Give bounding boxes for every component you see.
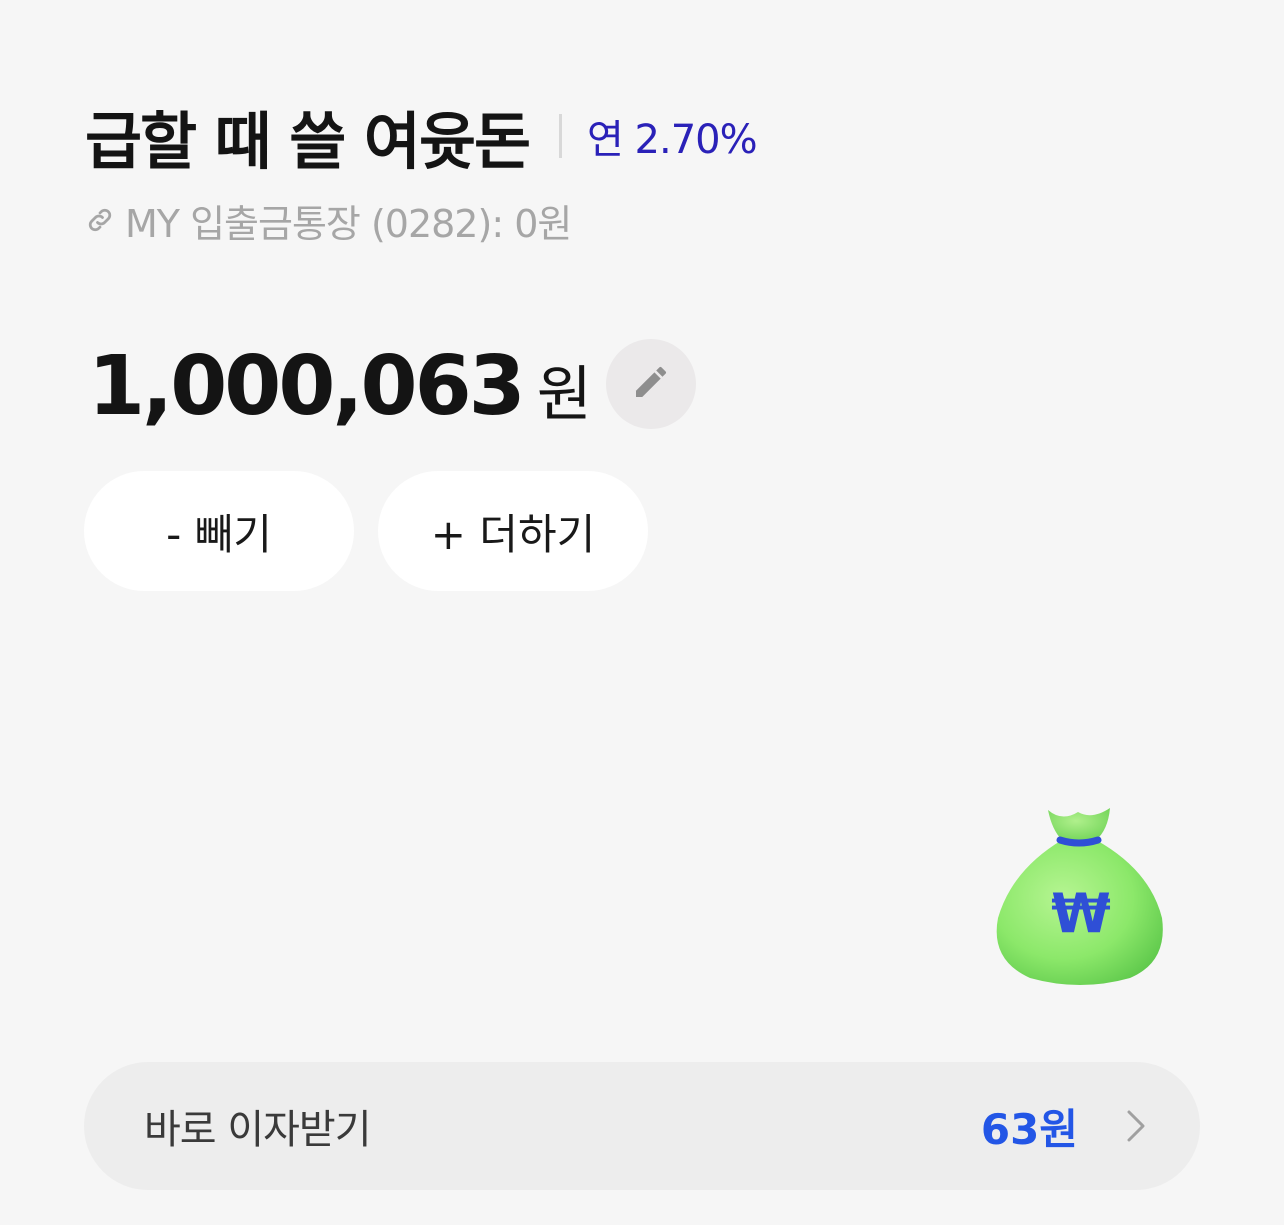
account-header: 급할 때 쓸 여윳돈 연 2.70% <box>85 96 758 178</box>
deposit-button[interactable]: + 더하기 <box>378 471 648 591</box>
instant-interest-button[interactable]: 바로 이자받기 63원 <box>84 1062 1200 1190</box>
linked-account[interactable]: MY 입출금통장 (0282): 0원 <box>85 196 572 246</box>
balance-unit: 원 <box>536 359 592 430</box>
header-divider <box>559 114 563 158</box>
withdraw-button[interactable]: - 빼기 <box>84 471 354 591</box>
balance: 1,000,063 원 <box>88 336 592 436</box>
link-icon <box>85 205 115 235</box>
pencil-icon <box>631 362 671 406</box>
chevron-right-icon <box>1124 1106 1148 1146</box>
account-title: 급할 때 쓸 여윳돈 <box>85 105 531 178</box>
interest-amount: 63원 <box>980 1104 1078 1154</box>
balance-amount: 1,000,063 <box>88 338 526 434</box>
money-bag-icon: ₩ <box>990 800 1170 990</box>
won-symbol: ₩ <box>1051 882 1111 945</box>
edit-balance-button[interactable] <box>606 339 696 429</box>
linked-account-label: MY 입출금통장 (0282): 0원 <box>125 201 572 246</box>
instant-interest-label: 바로 이자받기 <box>144 1107 372 1153</box>
interest-rate: 연 2.70% <box>587 117 758 163</box>
